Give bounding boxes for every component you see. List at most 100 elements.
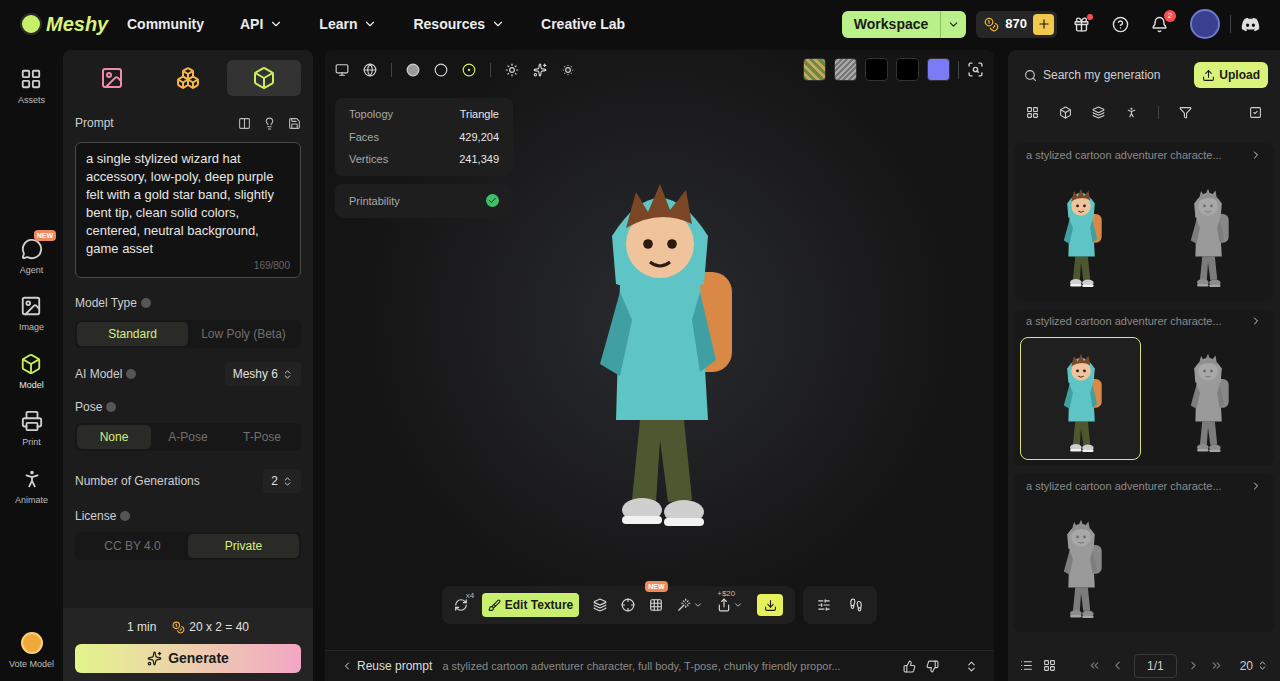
page-size-select[interactable]: 20 bbox=[1240, 657, 1268, 675]
globe-icon[interactable] bbox=[363, 63, 377, 77]
add-credits-button[interactable] bbox=[1033, 14, 1054, 35]
compare-icon[interactable] bbox=[238, 117, 251, 130]
reuse-prompt-button[interactable]: Reuse prompt bbox=[341, 657, 432, 675]
edit-texture-button[interactable]: Edit Texture bbox=[482, 593, 579, 617]
mode-tab[interactable] bbox=[227, 60, 301, 96]
rail-item[interactable]: AgentNEW bbox=[20, 238, 44, 278]
generation-thumbnail[interactable] bbox=[1020, 503, 1141, 626]
gift-button[interactable] bbox=[1067, 16, 1096, 33]
animate-icon[interactable] bbox=[849, 598, 863, 612]
logo[interactable]: Meshy bbox=[20, 9, 127, 39]
help-icon[interactable] bbox=[1112, 16, 1129, 33]
rail-item[interactable]: Image bbox=[19, 295, 44, 335]
vote-model[interactable]: Vote Model bbox=[9, 632, 54, 672]
segment-option[interactable]: Standard bbox=[77, 322, 188, 346]
monitor-icon[interactable] bbox=[335, 63, 349, 77]
magic-button[interactable] bbox=[677, 598, 703, 612]
background-swatch[interactable] bbox=[865, 58, 888, 81]
credits[interactable]: 870 bbox=[976, 11, 1057, 38]
nav-item[interactable]: Community bbox=[127, 14, 204, 35]
grid-view-icon[interactable] bbox=[1043, 659, 1056, 672]
shading-mode[interactable] bbox=[434, 63, 448, 77]
printability-card[interactable]: Printability bbox=[335, 184, 513, 219]
thumbs-up-icon[interactable] bbox=[903, 660, 916, 673]
light-dim-icon[interactable] bbox=[561, 63, 575, 77]
last-page-icon[interactable] bbox=[1210, 659, 1223, 672]
prev-page-icon[interactable] bbox=[1111, 659, 1124, 672]
sliders-icon[interactable] bbox=[817, 598, 831, 612]
info-icon[interactable] bbox=[126, 369, 136, 379]
light-spark-icon[interactable] bbox=[533, 63, 547, 77]
grid-button[interactable]: NEW bbox=[649, 598, 663, 612]
nav-item[interactable]: API bbox=[240, 14, 283, 35]
generation-thumbnail[interactable] bbox=[1020, 172, 1141, 295]
save-icon[interactable] bbox=[288, 117, 301, 130]
lightbulb-icon[interactable] bbox=[263, 117, 276, 130]
nav-item[interactable]: Creative Lab bbox=[541, 14, 625, 35]
background-swatch[interactable] bbox=[803, 58, 826, 81]
upload-button[interactable]: Upload bbox=[1194, 62, 1268, 88]
mode-tab[interactable] bbox=[151, 60, 225, 96]
rig-icon[interactable] bbox=[621, 598, 635, 612]
segment-option[interactable]: Low Poly (Beta) bbox=[188, 322, 299, 346]
shading-mode[interactable] bbox=[406, 63, 420, 77]
background-swatch[interactable] bbox=[927, 58, 950, 81]
avatar[interactable] bbox=[1190, 9, 1220, 39]
texture-filter-icon[interactable] bbox=[1092, 106, 1105, 119]
ai-model-select[interactable]: Meshy 6 bbox=[225, 362, 301, 386]
generation-thumbnail[interactable] bbox=[1147, 337, 1268, 460]
prompt-input[interactable]: a single stylized wizard hat accessory, … bbox=[75, 142, 301, 278]
generation-thumbnail[interactable] bbox=[1020, 337, 1141, 460]
generate-button[interactable]: Generate bbox=[75, 644, 301, 673]
background-swatch[interactable] bbox=[834, 58, 857, 81]
char-counter: 169/800 bbox=[254, 258, 290, 273]
rail-item[interactable]: Animate bbox=[15, 468, 48, 508]
page-indicator[interactable]: 1/1 bbox=[1134, 654, 1177, 678]
mode-tab[interactable] bbox=[75, 60, 149, 96]
viewport-canvas[interactable]: TopologyTriangleFaces429,204Vertices241,… bbox=[325, 50, 994, 650]
generation-list: a stylized cartoon adventurer characte..… bbox=[1008, 143, 1280, 650]
info-icon[interactable] bbox=[106, 402, 116, 412]
light-icon[interactable] bbox=[505, 63, 519, 77]
rail-item[interactable]: Assets bbox=[18, 68, 45, 108]
share-button[interactable]: +$20 bbox=[717, 598, 743, 612]
segment-option[interactable]: A-Pose bbox=[151, 425, 225, 449]
model-filter-icon[interactable] bbox=[1059, 106, 1072, 119]
workspace-dropdown[interactable] bbox=[940, 11, 966, 38]
segment-option[interactable]: None bbox=[77, 425, 151, 449]
rail-item[interactable]: Model bbox=[19, 353, 44, 393]
first-page-icon[interactable] bbox=[1088, 659, 1101, 672]
background-swatch[interactable] bbox=[896, 58, 919, 81]
thumbs-down-icon[interactable] bbox=[926, 660, 939, 673]
filter-icon[interactable] bbox=[1179, 106, 1192, 119]
generations-select[interactable]: 2 bbox=[263, 469, 301, 493]
list-view-icon[interactable] bbox=[1020, 659, 1033, 672]
info-icon[interactable] bbox=[120, 511, 130, 521]
all-icon[interactable] bbox=[1026, 106, 1039, 119]
search-field[interactable]: Search my generation bbox=[1020, 66, 1186, 84]
nav-item[interactable]: Resources bbox=[413, 14, 505, 35]
info-icon[interactable] bbox=[141, 298, 151, 308]
rail-item[interactable]: Print bbox=[21, 410, 43, 450]
group-title[interactable]: a stylized cartoon adventurer characte..… bbox=[1020, 313, 1268, 330]
new-badge: NEW bbox=[645, 581, 667, 592]
notifications-button[interactable]: 2 bbox=[1145, 16, 1174, 33]
next-page-icon[interactable] bbox=[1187, 659, 1200, 672]
expand-icon[interactable] bbox=[965, 660, 978, 673]
select-icon[interactable] bbox=[1249, 106, 1262, 119]
remesh-icon[interactable] bbox=[593, 598, 607, 612]
segment-option[interactable]: Private bbox=[188, 534, 299, 558]
generation-thumbnail[interactable] bbox=[1147, 172, 1268, 295]
shading-mode[interactable] bbox=[462, 63, 476, 77]
segment-option[interactable]: T-Pose bbox=[225, 425, 299, 449]
workspace-button[interactable]: Workspace bbox=[842, 11, 966, 38]
group-title[interactable]: a stylized cartoon adventurer characte..… bbox=[1020, 478, 1268, 495]
animation-filter-icon[interactable] bbox=[1125, 106, 1138, 119]
segment-option[interactable]: CC BY 4.0 bbox=[77, 534, 188, 558]
zoom-fit-icon[interactable] bbox=[967, 61, 984, 78]
discord-icon[interactable] bbox=[1241, 15, 1260, 34]
group-title[interactable]: a stylized cartoon adventurer characte..… bbox=[1020, 147, 1268, 164]
download-button[interactable] bbox=[757, 594, 783, 616]
retry-button[interactable]: x4 bbox=[454, 598, 468, 612]
nav-item[interactable]: Learn bbox=[319, 14, 377, 35]
